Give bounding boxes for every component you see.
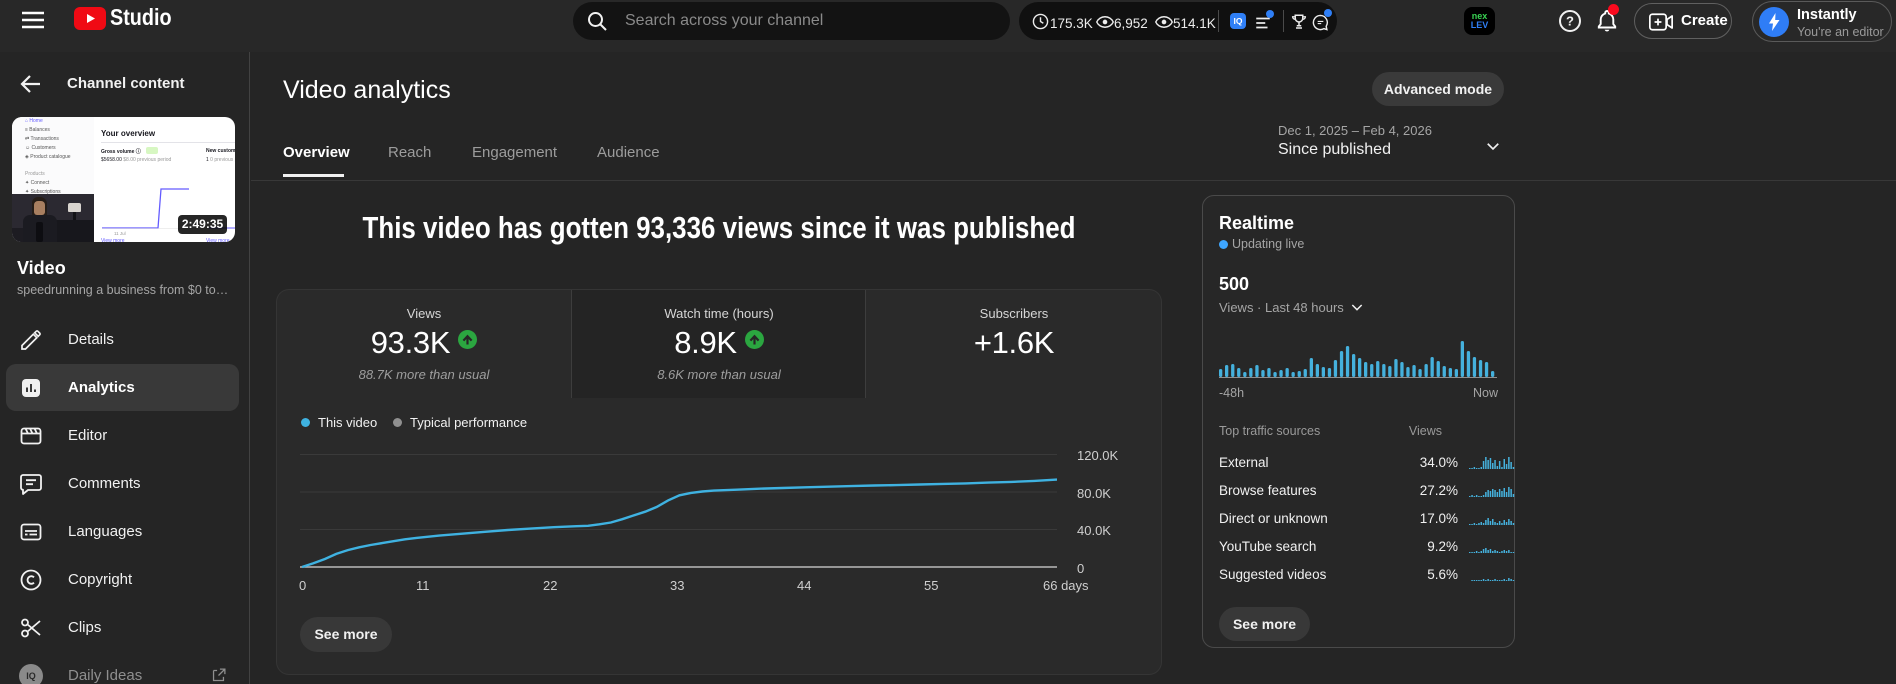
svg-text:?: ? bbox=[1566, 14, 1574, 29]
